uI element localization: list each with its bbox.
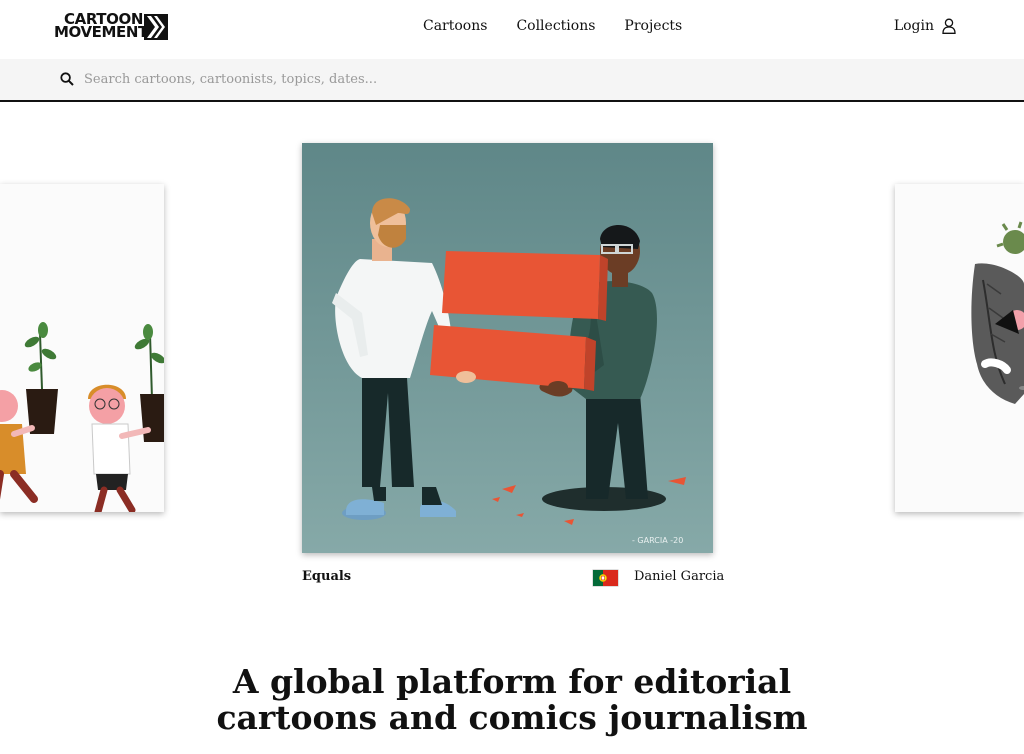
featured-cartoon-author[interactable]: Daniel Garcia xyxy=(634,569,724,584)
cartoon-movement-logo[interactable]: CARTOON MOVEMENT xyxy=(54,12,170,41)
featured-cartoon-title[interactable]: Equals xyxy=(302,569,351,584)
main-nav: Cartoons Collections Projects xyxy=(423,18,682,34)
carousel-card-previous[interactable] xyxy=(0,184,164,512)
user-icon xyxy=(942,18,956,34)
cartoon-image-next xyxy=(895,184,1024,512)
featured-cartoon-image: - GARCIA -20 xyxy=(302,143,713,553)
logo-wordmark: CARTOON MOVEMENT xyxy=(54,12,148,41)
logo-chevron-icon xyxy=(144,14,168,40)
logo-line-2: MOVEMENT xyxy=(54,23,148,41)
nav-collections[interactable]: Collections xyxy=(516,18,595,34)
nav-projects[interactable]: Projects xyxy=(624,18,682,34)
tagline-line-2: cartoons and comics journalism xyxy=(216,698,808,737)
search-input[interactable] xyxy=(84,68,684,90)
login-button[interactable]: Login xyxy=(894,18,956,34)
tagline-line-1: A global platform for editorial xyxy=(232,662,792,701)
page-tagline: A global platform for editorial cartoons… xyxy=(0,664,1024,736)
featured-cartoon-card[interactable]: - GARCIA -20 xyxy=(302,143,713,553)
site-header: CARTOON MOVEMENT Cartoons Collections Pr… xyxy=(0,0,1024,58)
carousel-card-next[interactable] xyxy=(895,184,1024,512)
search-bar xyxy=(0,59,1024,102)
login-label: Login xyxy=(893,18,934,34)
nav-cartoons[interactable]: Cartoons xyxy=(423,18,487,34)
cartoon-image-previous xyxy=(0,184,164,512)
portugal-flag-icon xyxy=(593,570,618,586)
cartoon-signature: - GARCIA -20 xyxy=(632,536,683,545)
search-icon[interactable] xyxy=(60,72,74,86)
